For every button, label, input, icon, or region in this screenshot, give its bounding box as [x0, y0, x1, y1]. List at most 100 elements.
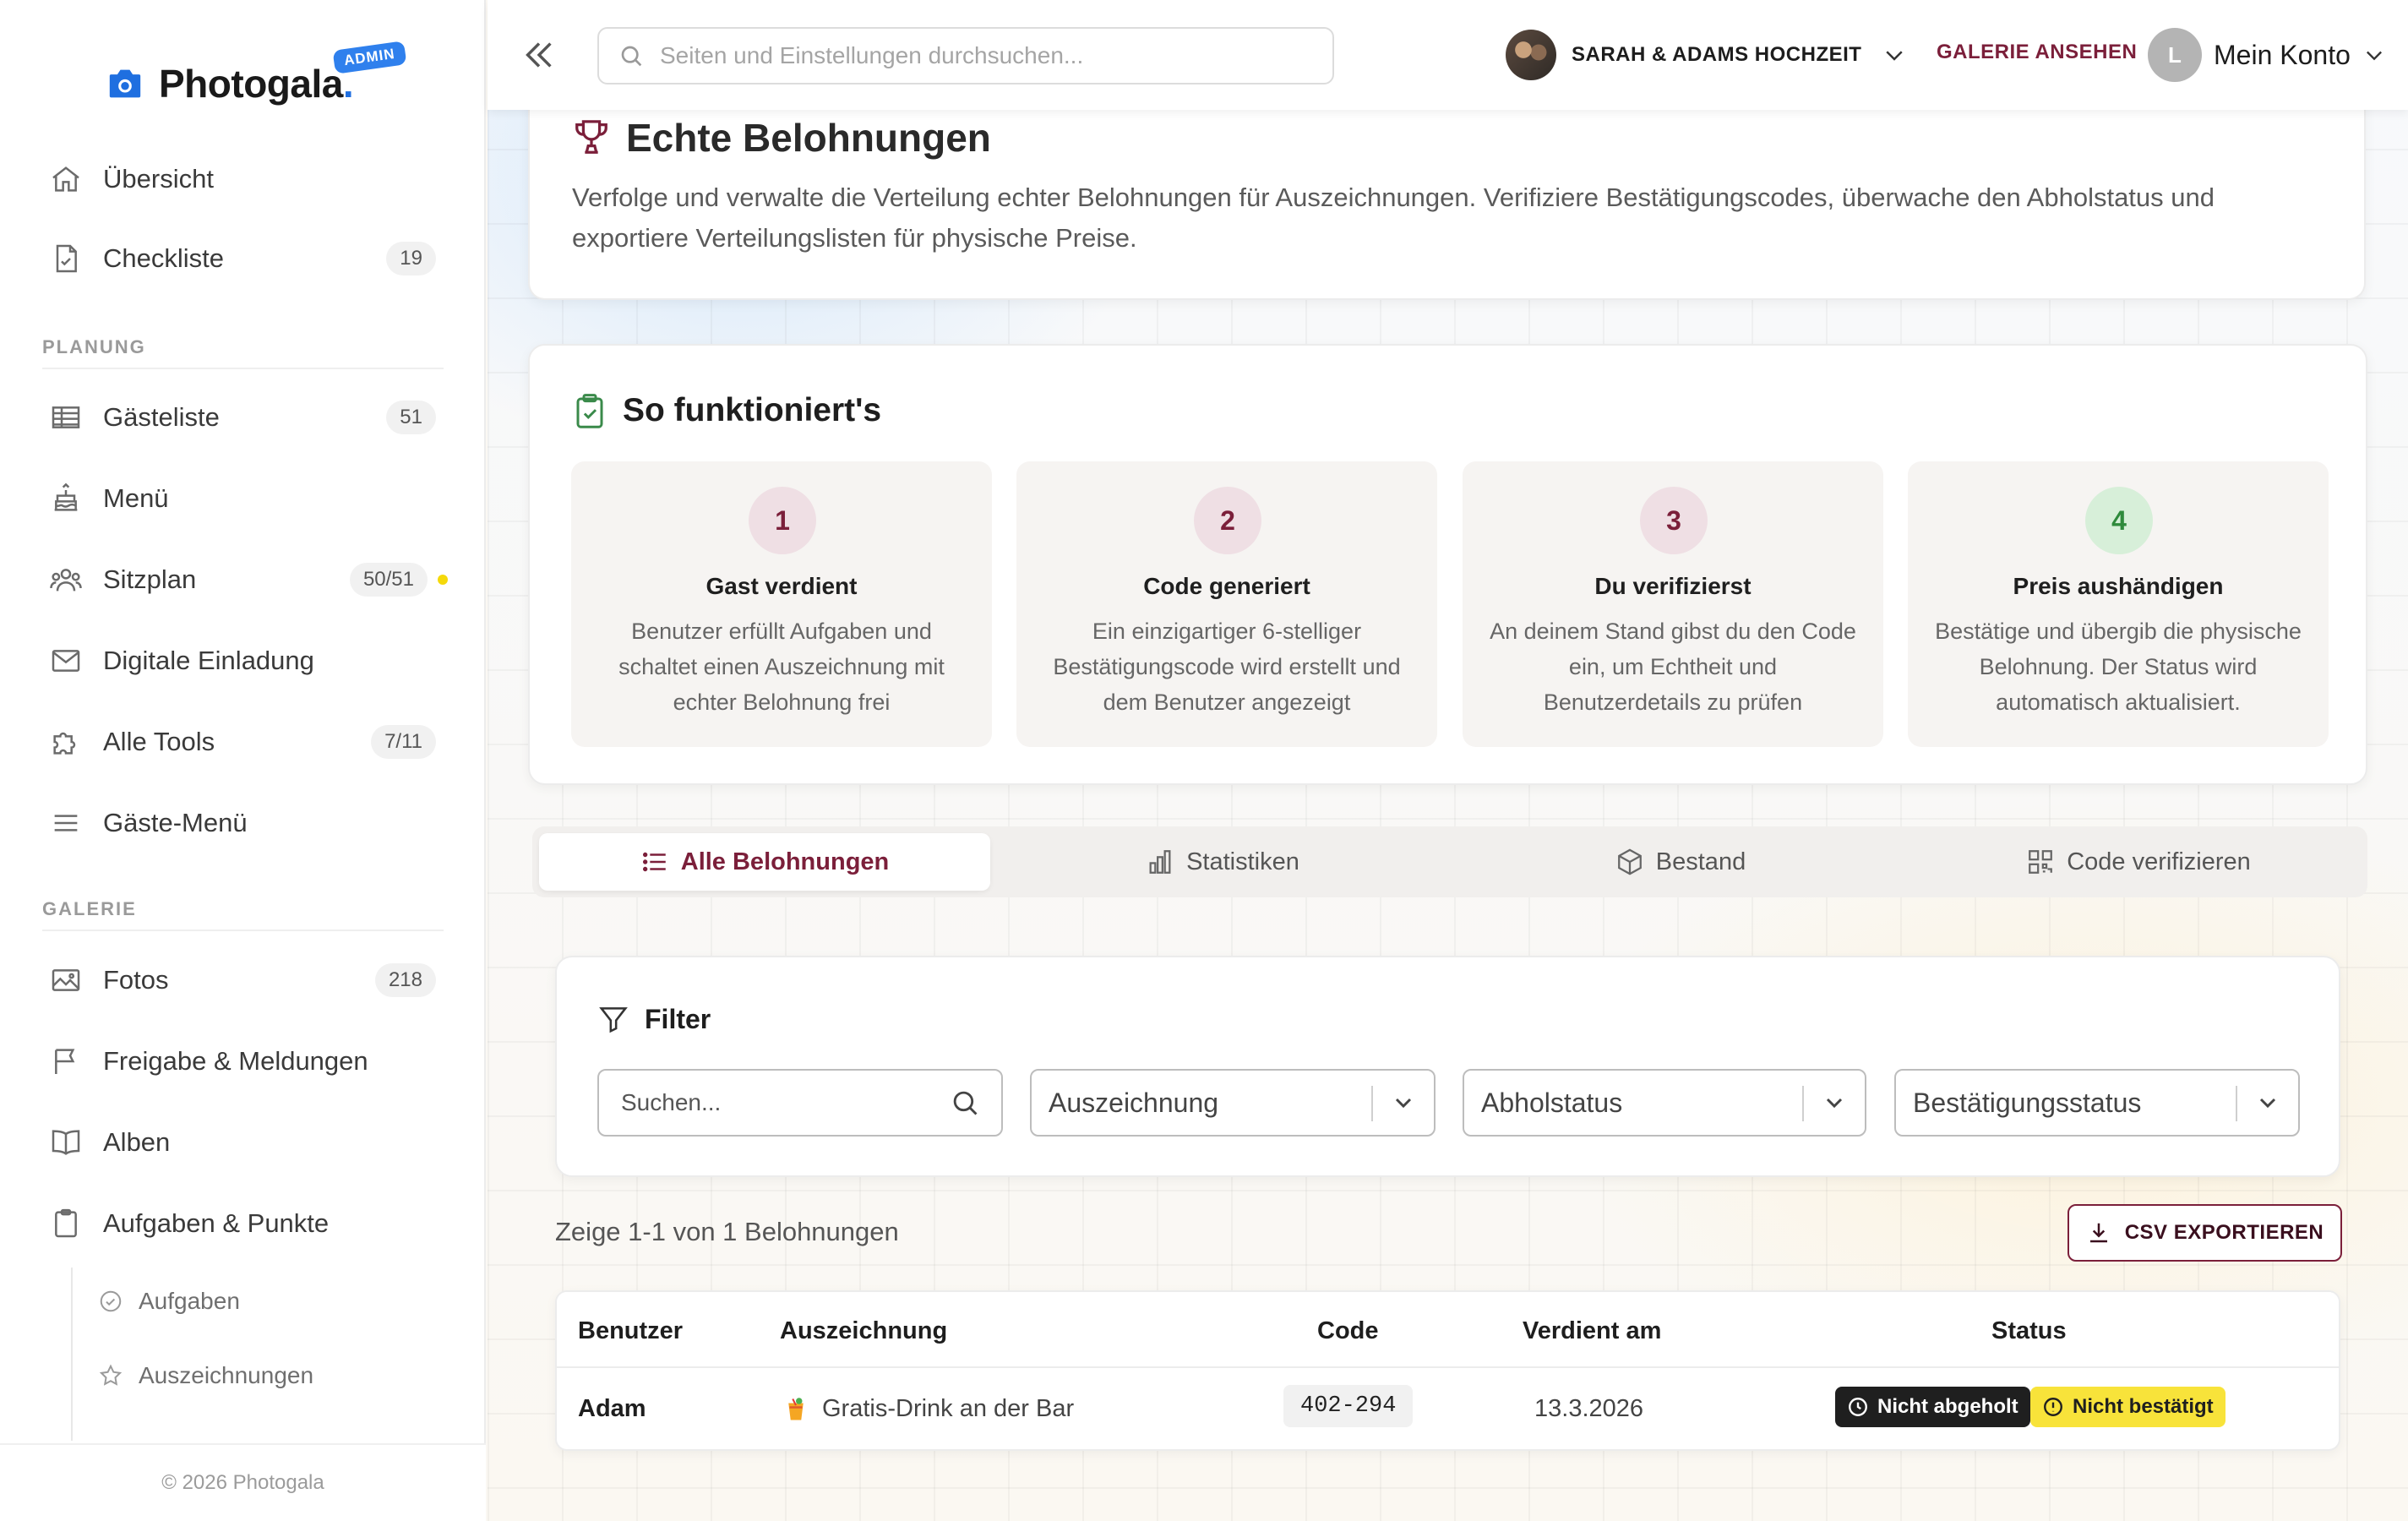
collapse-sidebar-icon[interactable]	[520, 35, 558, 74]
sidebar-item-uebersicht[interactable]: Übersicht	[41, 149, 444, 210]
sidebar-item-gaeste-menue[interactable]: Gäste-Menü	[41, 793, 444, 853]
book-icon	[52, 1130, 80, 1155]
column-header-award[interactable]: Auszeichnung	[780, 1317, 947, 1345]
rewards-tabs: Alle Belohnungen Statistiken Bestand Cod…	[532, 826, 2367, 897]
step-description: Benutzer erfüllt Aufgaben und schaltet e…	[618, 619, 945, 715]
sidebar-item-label: Freigabe & Meldungen	[103, 1046, 368, 1076]
search-icon	[953, 1091, 978, 1115]
clipboard-check-icon	[576, 394, 603, 428]
section-divider	[42, 930, 444, 931]
award-name: Gratis-Drink an der Bar	[822, 1395, 1075, 1422]
column-header-code[interactable]: Code	[1317, 1317, 1379, 1345]
puzzle-icon	[53, 732, 76, 755]
alert-circle-icon	[2044, 1398, 2062, 1416]
event-selector[interactable]: SARAH & ADAMS HOCHZEIT	[1506, 28, 1907, 82]
pickup-status-badge: Nicht abgeholt	[1835, 1387, 2030, 1427]
check-circle-icon	[100, 1290, 122, 1312]
step-card-3: 3 Du verifizierst An deinem Stand gibst …	[1463, 461, 1883, 747]
page-title: Echte Belohnungen	[572, 115, 991, 161]
step-title: Code generiert	[1143, 573, 1310, 599]
sidebar-item-sitzplan[interactable]: Sitzplan 50/51	[41, 549, 448, 610]
account-menu[interactable]: L Mein Konto	[2148, 28, 2386, 82]
step-title: Du verifizierst	[1594, 573, 1752, 599]
sidebar-subitem-label: Auszeichnungen	[139, 1362, 314, 1388]
count-badge: 51	[386, 401, 436, 434]
confirmation-status-text: Nicht bestätigt	[2073, 1395, 2214, 1418]
qr-code-icon	[2029, 850, 2053, 874]
cell-earned-date: 13.3.2026	[1534, 1395, 1644, 1422]
bar-chart-icon	[1149, 850, 1171, 874]
column-header-user[interactable]: Benutzer	[578, 1317, 683, 1345]
step-card-2: 2 Code generiert Ein einzigartiger 6-ste…	[1016, 461, 1437, 747]
sidebar-item-checkliste[interactable]: Checkliste 19	[41, 228, 444, 289]
how-it-works-card: So funktioniert's 1 Gast verdient Benutz…	[528, 344, 2367, 785]
sidebar-item-aufgaben-punkte[interactable]: Aufgaben & Punkte	[41, 1193, 444, 1254]
table-row[interactable]: Adam Gratis-Drink an der Bar 402-294 13.…	[557, 1370, 2339, 1449]
sidebar-subitem-auszeichnungen[interactable]: Auszeichnungen	[98, 1350, 313, 1401]
filter-title: Filter	[597, 1003, 711, 1035]
step-number: 2	[1194, 487, 1261, 554]
chevron-down-icon	[2366, 51, 2382, 61]
pickup-status-text: Nicht abgeholt	[1877, 1395, 2018, 1418]
tab-code-verifizieren[interactable]: Code verifizieren	[1913, 833, 2364, 891]
sidebar-item-digitale-einladung[interactable]: Digitale Einladung	[41, 630, 444, 691]
pickup-status-select[interactable]: Abholstatus	[1463, 1069, 1866, 1137]
tab-label: Statistiken	[1186, 848, 1299, 875]
confirmation-status-select[interactable]: Bestätigungsstatus	[1894, 1069, 2300, 1137]
sidebar-item-label: Sitzplan	[103, 564, 197, 594]
export-csv-button[interactable]: CSV EXPORTIEREN	[2068, 1204, 2342, 1262]
rewards-header-card: Echte Belohnungen Verfolge und verwalte …	[528, 93, 2366, 300]
sidebar-subitem-label: Aufgaben	[139, 1288, 240, 1314]
sidebar-item-fotos[interactable]: Fotos 218	[41, 950, 444, 1011]
filter-search[interactable]	[597, 1069, 1003, 1137]
column-header-earned[interactable]: Verdient am	[1523, 1317, 1661, 1345]
logo[interactable]: Photogala. ADMIN	[106, 41, 407, 115]
chevron-down-icon	[2259, 1098, 2276, 1109]
step-card-1: 1 Gast verdient Benutzer erfüllt Aufgabe…	[571, 461, 992, 747]
mail-icon	[52, 650, 80, 672]
filter-icon	[599, 1007, 628, 1033]
sidebar-item-gaesteliste[interactable]: Gästeliste 51	[41, 387, 444, 448]
select-separator	[2236, 1086, 2237, 1121]
award-select[interactable]: Auszeichnung	[1030, 1069, 1436, 1137]
step-description: Bestätige und übergib die physische Belo…	[1935, 619, 2302, 715]
star-icon	[99, 1364, 123, 1386]
filter-card: Filter Auszeichnung Abholstatus Bestätig…	[555, 956, 2340, 1177]
chevron-down-icon	[1826, 1098, 1843, 1109]
filter-search-input[interactable]	[621, 1089, 934, 1116]
section-divider	[42, 368, 444, 369]
column-header-status[interactable]: Status	[1991, 1317, 2067, 1345]
sidebar-item-label: Checkliste	[103, 243, 224, 273]
sidebar-item-alle-tools[interactable]: Alle Tools 7/11	[41, 711, 444, 772]
count-badge: 218	[374, 963, 436, 997]
cell-award: Gratis-Drink an der Bar	[785, 1395, 1074, 1423]
view-gallery-link[interactable]: GALERIE ANSEHEN	[1937, 41, 2137, 64]
global-search-input[interactable]	[660, 42, 1319, 69]
step-number: 3	[1640, 487, 1708, 554]
sidebar-item-freigabe-meldungen[interactable]: Freigabe & Meldungen	[41, 1031, 444, 1092]
list-icon	[642, 852, 666, 872]
sidebar-subitem-aufgaben[interactable]: Aufgaben	[98, 1276, 240, 1327]
step-number: 1	[749, 487, 816, 554]
tab-alle-belohnungen[interactable]: Alle Belohnungen	[539, 833, 990, 891]
sidebar-item-label: Gästeliste	[103, 402, 220, 432]
sidebar-item-label: Aufgaben & Punkte	[103, 1208, 330, 1238]
event-name: SARAH & ADAMS HOCHZEIT	[1572, 43, 1862, 66]
home-icon	[52, 166, 79, 192]
count-badge: 7/11	[371, 725, 436, 759]
box-icon	[1617, 848, 1642, 875]
tab-bestand[interactable]: Bestand	[1455, 833, 1906, 891]
global-search[interactable]	[597, 27, 1334, 84]
event-avatar	[1506, 30, 1556, 80]
sidebar-item-alben[interactable]: Alben	[41, 1112, 444, 1173]
submenu-guide	[71, 1268, 73, 1441]
sidebar-item-menue[interactable]: Menü	[41, 468, 444, 529]
trophy-icon	[575, 120, 607, 154]
how-it-works-title-text: So funktioniert's	[623, 392, 882, 428]
tab-statistiken[interactable]: Statistiken	[997, 833, 1448, 891]
logo-text: Photogala.	[159, 62, 354, 106]
page-title-text: Echte Belohnungen	[626, 116, 991, 160]
chevron-down-icon	[1886, 51, 1904, 61]
tab-label: Bestand	[1655, 848, 1746, 875]
select-separator	[1371, 1086, 1373, 1121]
